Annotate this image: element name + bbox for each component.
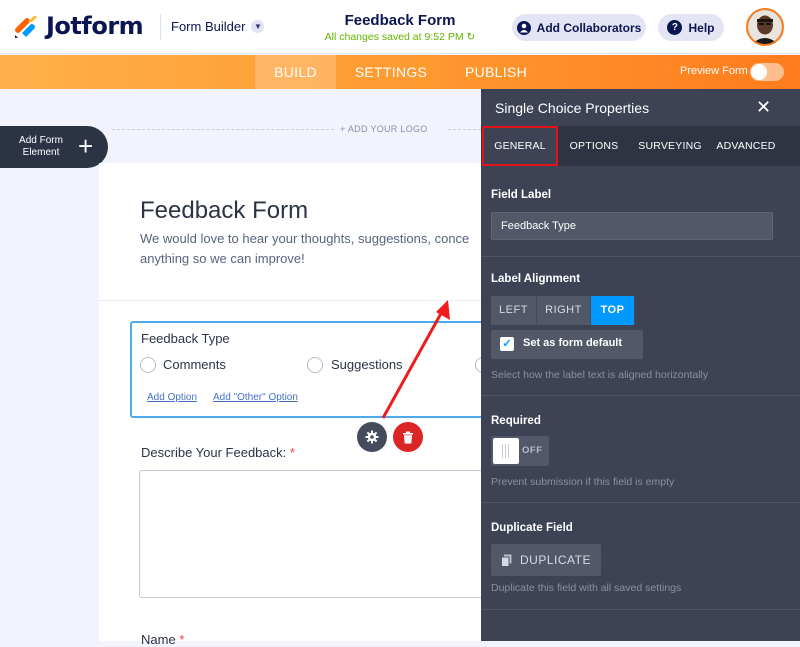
field-properties-button[interactable] (357, 422, 387, 452)
duplicate-hint: Duplicate this field with all saved sett… (491, 582, 682, 594)
section-divider (481, 609, 800, 610)
question-label[interactable]: Feedback Type (141, 331, 230, 346)
form-builder-menu[interactable]: Form Builder ▼ (171, 19, 265, 34)
form-builder-label: Form Builder (171, 19, 246, 34)
radio-suggestions[interactable] (307, 357, 323, 373)
save-status: All changes saved at 9:52 PM ↻ (300, 31, 500, 43)
align-right-button[interactable]: RIGHT (537, 296, 591, 325)
option-label[interactable]: Suggestions (331, 357, 403, 372)
alignment-hint: Select how the label text is aligned hor… (491, 369, 709, 381)
logo-dashed-line (112, 129, 334, 130)
chevron-down-icon: ▼ (251, 20, 265, 33)
align-top-button[interactable]: TOP (591, 296, 635, 325)
field-label-input[interactable]: Feedback Type (491, 212, 773, 240)
align-left-button[interactable]: LEFT (491, 296, 537, 325)
tab-build[interactable]: BUILD (255, 55, 336, 89)
add-form-element-button[interactable]: Add Form Element + (0, 126, 108, 168)
add-collaborators-label: Add Collaborators (536, 20, 642, 35)
divider (160, 14, 161, 40)
toggle-knob (751, 64, 767, 80)
help-button[interactable]: ? Help (658, 14, 724, 41)
add-collaborators-button[interactable]: Add Collaborators (512, 14, 646, 41)
section-divider (481, 395, 800, 396)
preview-form-label: Preview Form (680, 65, 748, 77)
duplicate-field-title: Duplicate Field (491, 522, 573, 534)
describe-feedback-label[interactable]: Describe Your Feedback: * (141, 445, 295, 460)
builder-nav-bar: BUILD SETTINGS PUBLISH Preview Form (0, 55, 800, 89)
subheading-line: anything so we can improve! (140, 251, 305, 266)
header-divider (99, 300, 481, 301)
jotform-logo[interactable]: Jotform (14, 12, 144, 40)
close-icon[interactable]: ✕ (756, 97, 771, 118)
required-hint: Prevent submission if this field is empt… (491, 476, 675, 488)
section-divider (481, 256, 800, 257)
toggle-handle[interactable] (493, 438, 519, 464)
required-asterisk: * (179, 632, 185, 647)
panel-tab-advanced[interactable]: ADVANCED (712, 126, 780, 166)
required-title: Required (491, 415, 541, 427)
brand-name: Jotform (46, 12, 144, 40)
add-logo-button[interactable]: + ADD YOUR LOGO (340, 124, 428, 134)
duplicate-button[interactable]: DUPLICATE (491, 544, 601, 576)
tab-publish[interactable]: PUBLISH (455, 55, 537, 89)
required-state-label: OFF (522, 445, 543, 456)
panel-tab-surveying[interactable]: SURVEYING (635, 126, 705, 166)
panel-title: Single Choice Properties (495, 100, 650, 116)
tab-settings[interactable]: SETTINGS (343, 55, 439, 89)
top-bar: Jotform Form Builder ▼ Feedback Form All… (0, 0, 800, 54)
field-label-title: Field Label (491, 189, 552, 201)
option-label[interactable]: Comments (163, 357, 226, 372)
name-label-text: Name (141, 632, 176, 647)
subheading-line: We would love to hear your thoughts, sug… (140, 231, 470, 246)
user-avatar[interactable] (746, 8, 784, 46)
feedback-textarea[interactable] (139, 470, 489, 598)
user-icon (516, 20, 531, 35)
form-title[interactable]: Feedback Form (300, 12, 500, 29)
section-divider (481, 502, 800, 503)
describe-feedback-text: Describe Your Feedback: (141, 445, 287, 460)
panel-tab-general[interactable]: GENERAL (482, 126, 558, 166)
form-heading[interactable]: Feedback Form (140, 197, 308, 225)
plus-icon: + (78, 131, 94, 161)
add-form-element-label: Add Form Element (19, 135, 63, 158)
duplicate-label: DUPLICATE (520, 553, 591, 567)
label-alignment-title: Label Alignment (491, 273, 581, 285)
panel-tab-options[interactable]: OPTIONS (560, 126, 628, 166)
add-other-option-link[interactable]: Add "Other" Option (213, 392, 298, 403)
add-option-link[interactable]: Add Option (147, 392, 197, 403)
jotform-logo-icon (15, 16, 37, 38)
delete-field-button[interactable] (393, 422, 423, 452)
gear-icon (365, 430, 379, 444)
save-status-text: All changes saved at 9:52 PM (324, 31, 464, 43)
required-asterisk: * (289, 445, 295, 460)
help-label: Help (688, 20, 715, 35)
copy-icon (501, 554, 512, 567)
avatar-image (748, 10, 782, 44)
name-field-label[interactable]: Name * (141, 632, 184, 647)
set-default-label: Set as form default (523, 337, 623, 349)
preview-form-toggle[interactable] (750, 63, 784, 81)
logo-dashed-line (448, 129, 481, 130)
checkbox-checked-icon[interactable]: ✓ (500, 337, 514, 351)
form-subheading[interactable]: We would love to hear your thoughts, sug… (140, 229, 490, 269)
radio-comments[interactable] (140, 357, 156, 373)
refresh-icon: ↻ (466, 31, 476, 43)
question-mark-icon: ? (667, 20, 683, 35)
trash-icon (403, 431, 413, 443)
